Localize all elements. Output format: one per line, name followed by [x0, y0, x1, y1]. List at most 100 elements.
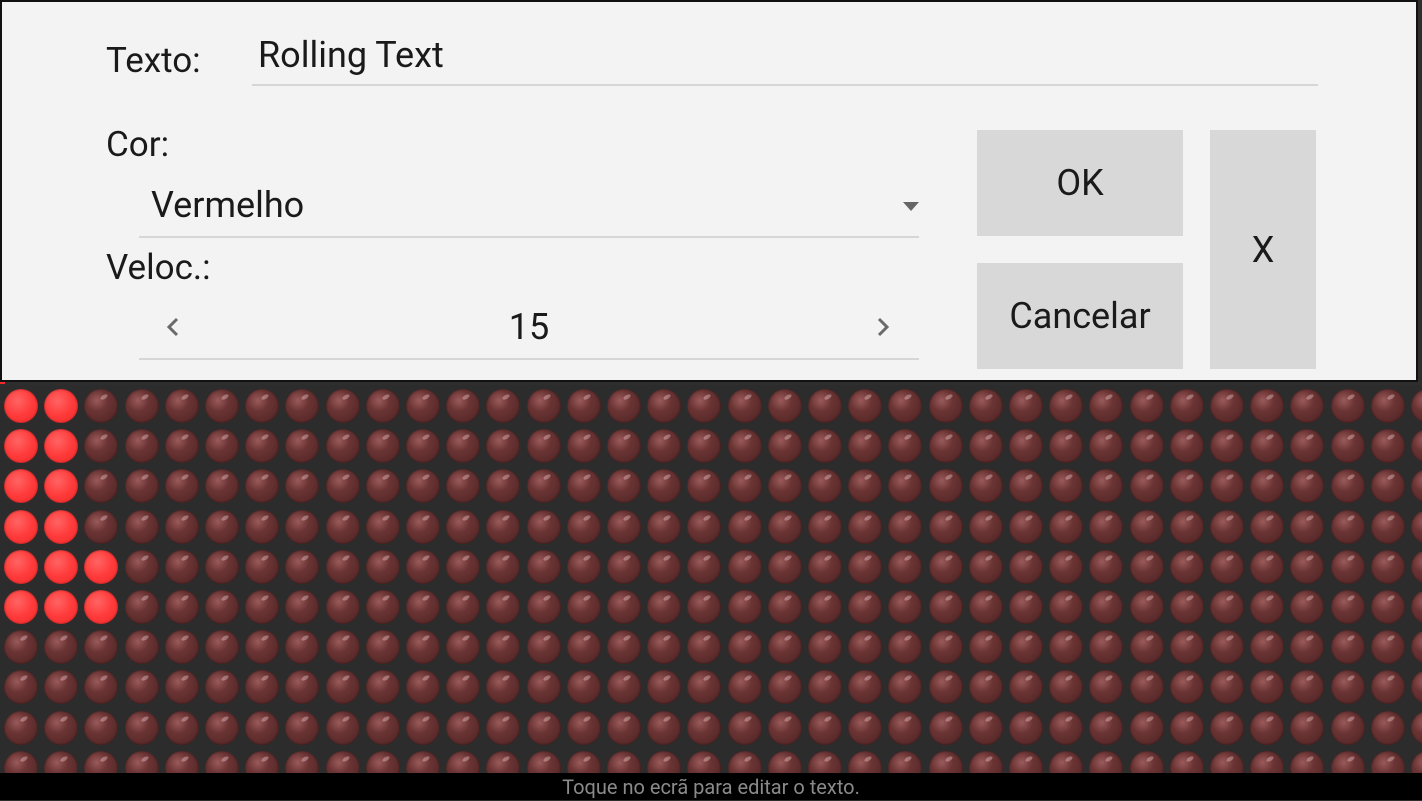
- led-dot: [647, 389, 682, 423]
- led-dot: [124, 750, 159, 773]
- led-dot: [727, 710, 762, 745]
- close-button[interactable]: X: [1210, 130, 1316, 369]
- led-dot: [124, 590, 159, 624]
- led-dot: [808, 549, 842, 584]
- led-dot: [245, 509, 280, 544]
- led-dot: [727, 389, 762, 423]
- led-dot: [406, 429, 440, 464]
- led-dot: [1129, 710, 1164, 745]
- led-dot: [1370, 670, 1405, 705]
- led-dot: [1169, 429, 1204, 464]
- led-dot: [124, 389, 159, 423]
- led-dot: [607, 750, 641, 773]
- led-dot: [888, 509, 923, 544]
- led-dot: [1129, 509, 1164, 544]
- led-dot: [365, 670, 400, 705]
- led-dot: [1009, 710, 1043, 745]
- led-display[interactable]: [0, 385, 1422, 773]
- ok-button[interactable]: OK: [977, 130, 1183, 236]
- led-dot: [285, 710, 320, 745]
- led-dot: [566, 429, 601, 464]
- status-hint: Toque no ecrã para editar o texto.: [0, 773, 1422, 800]
- led-dot: [647, 590, 682, 624]
- led-dot: [124, 670, 159, 705]
- led-dot: [1009, 750, 1043, 773]
- led-dot: [767, 590, 802, 624]
- led-dot: [848, 670, 883, 705]
- led-dot: [84, 670, 119, 705]
- led-dot: [848, 429, 883, 464]
- led-dot: [727, 590, 762, 624]
- chevron-right-icon[interactable]: [871, 316, 893, 338]
- led-dot: [486, 469, 521, 504]
- led-dot: [647, 469, 682, 504]
- led-dot: [1290, 429, 1325, 464]
- cancel-button[interactable]: Cancelar: [977, 263, 1183, 369]
- led-dot: [1411, 590, 1422, 624]
- led-dot: [1009, 630, 1043, 665]
- led-dot: [1089, 549, 1124, 584]
- led-dot: [968, 750, 1003, 773]
- led-dot: [446, 710, 481, 745]
- led-dot: [1009, 670, 1043, 705]
- led-dot: [446, 469, 481, 504]
- led-dot: [1049, 710, 1084, 745]
- led-dot: [1290, 469, 1325, 504]
- led-dot: [647, 670, 682, 705]
- led-dot: [888, 750, 923, 773]
- led-dot: [848, 630, 883, 665]
- led-dot: [808, 710, 842, 745]
- led-dot: [888, 469, 923, 504]
- led-dot: [1210, 710, 1244, 745]
- led-dot: [44, 509, 79, 544]
- led-dot: [1009, 509, 1043, 544]
- color-select[interactable]: Vermelho: [139, 170, 919, 238]
- led-dot: [888, 549, 923, 584]
- led-dot: [1411, 509, 1422, 544]
- led-dot: [607, 389, 641, 423]
- led-dot: [968, 630, 1003, 665]
- led-dot: [406, 710, 440, 745]
- led-dot: [607, 509, 641, 544]
- led-dot: [1330, 429, 1365, 464]
- led-dot: [325, 429, 360, 464]
- led-dot: [727, 469, 762, 504]
- led-dot: [365, 750, 400, 773]
- led-dot: [1089, 590, 1124, 624]
- led-dot: [285, 750, 320, 773]
- led-dot: [486, 630, 521, 665]
- led-dot: [1370, 630, 1405, 665]
- led-dot: [1210, 469, 1244, 504]
- led-dot: [1250, 549, 1285, 584]
- led-dot: [325, 750, 360, 773]
- led-dot: [285, 469, 320, 504]
- led-dot: [1009, 469, 1043, 504]
- led-dot: [1370, 469, 1405, 504]
- led-dot: [1129, 750, 1164, 773]
- led-dot: [1210, 630, 1244, 665]
- led-dot: [164, 469, 199, 504]
- led-dot: [325, 670, 360, 705]
- led-dot: [446, 389, 481, 423]
- led-dot: [1210, 509, 1244, 544]
- color-select-value: Vermelho: [151, 184, 305, 226]
- speed-label: Veloc.:: [106, 247, 211, 288]
- text-input[interactable]: [252, 26, 1318, 86]
- led-dot: [1089, 750, 1124, 773]
- led-dot: [1370, 710, 1405, 745]
- led-dot: [687, 429, 722, 464]
- led-dot: [1049, 469, 1084, 504]
- led-dot: [245, 670, 280, 705]
- led-dot: [84, 389, 119, 423]
- led-dot: [647, 429, 682, 464]
- led-dot: [325, 469, 360, 504]
- led-dot: [767, 630, 802, 665]
- led-dot: [1129, 590, 1164, 624]
- led-dot: [365, 429, 400, 464]
- led-dot: [44, 750, 79, 773]
- led-dot: [44, 630, 79, 665]
- led-dot: [205, 750, 239, 773]
- led-dot: [1411, 429, 1422, 464]
- led-dot: [727, 750, 762, 773]
- led-dot: [1169, 549, 1204, 584]
